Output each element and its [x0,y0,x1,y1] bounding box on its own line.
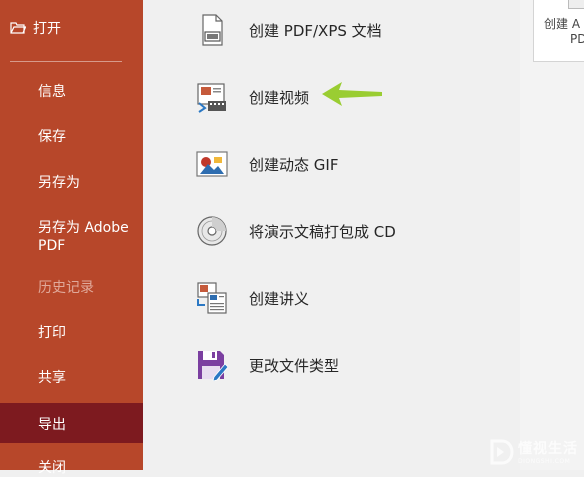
folder-open-icon [10,21,26,35]
export-option-pdf-xps[interactable]: 创建 PDF/XPS 文档 [195,13,382,47]
export-option-label: 将演示文稿打包成 CD [249,222,396,241]
export-option-label: 创建讲义 [249,289,310,308]
watermark-title: 懂视生活 [518,441,578,457]
open-label: 打开 [33,21,61,37]
export-option-label: 创建视频 [249,88,310,107]
sidebar-divider [10,61,122,62]
card-label-line2: PDF [570,32,584,46]
sidebar-item-save-as[interactable]: 另存为 [38,174,80,192]
export-option-gif[interactable]: 创建动态 GIF [195,147,338,181]
sidebar-item-export-label: 导出 [38,417,66,433]
export-option-label: 创建 PDF/XPS 文档 [249,21,382,40]
export-option-label: 更改文件类型 [249,356,340,375]
sidebar-item-print[interactable]: 打印 [38,324,66,342]
pdf-document-icon [195,13,229,47]
annotation-arrow-icon [322,82,382,106]
sidebar-item-history[interactable]: 历史记录 [38,279,94,297]
card-icon [568,0,584,9]
export-option-label: 创建动态 GIF [249,155,339,174]
export-option-handouts[interactable]: 创建讲义 [195,281,309,315]
export-option-package-cd[interactable]: 将演示文稿打包成 CD [195,214,396,248]
sidebar-item-info[interactable]: 信息 [38,83,66,101]
save-file-type-icon [195,348,229,382]
watermark-subtitle: DIONGSHI.COM [518,458,571,465]
video-icon [195,80,229,114]
export-option-change-file-type[interactable]: 更改文件类型 [195,348,339,382]
watermark-logo-icon [490,439,514,464]
card-label-line1: 创建 A [544,17,581,31]
export-options-panel: 创建 PDF/XPS 文档 创建视频 创建动态 GIF 将演示文稿打包成 CD … [143,0,520,470]
export-option-video[interactable]: 创建视频 [195,80,309,114]
cd-icon [195,214,229,248]
gif-icon [195,147,229,181]
sidebar-item-save[interactable]: 保存 [38,128,66,146]
sidebar-item-share[interactable]: 共享 [38,369,66,387]
sidebar-item-export[interactable]: 导出 [0,403,143,443]
watermark: 懂视生活 DIONGSHI.COM [488,438,578,465]
sidebar-item-close[interactable]: 关闭 [38,459,66,477]
open-menu-item[interactable]: 打开 [10,18,61,38]
handout-icon [195,281,229,315]
create-adobe-pdf-card[interactable]: 创建 A PDF [533,0,584,62]
right-detail-panel [520,0,584,470]
backstage-sidebar: 打开 信息 保存 另存为 另存为 Adobe PDF 历史记录 打印 共享 导出… [0,0,143,476]
sidebar-item-save-as-adobe-pdf[interactable]: 另存为 Adobe PDF [38,219,138,255]
